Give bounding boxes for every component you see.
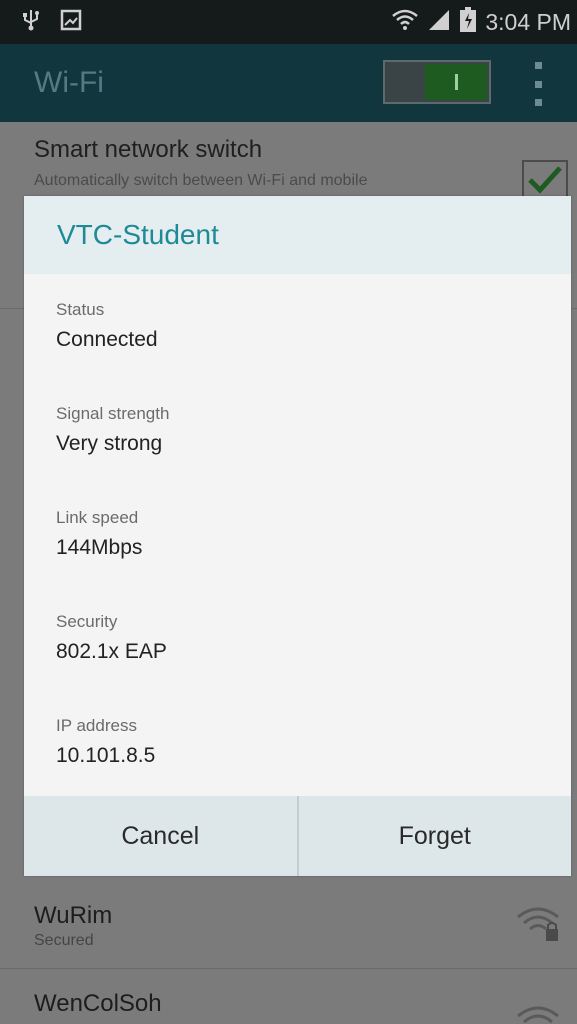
field-value: Very strong bbox=[56, 432, 163, 455]
field-value: 802.1x EAP bbox=[56, 640, 167, 663]
dialog-header: VTC-Student bbox=[24, 196, 571, 274]
check-icon bbox=[528, 166, 562, 194]
divider bbox=[0, 968, 577, 969]
wifi-lock-icon bbox=[516, 905, 562, 947]
field-label: Status bbox=[56, 300, 105, 319]
status-bar: 3:04 PM bbox=[0, 0, 577, 44]
network-details-dialog: VTC-Student Status Connected Signal stre… bbox=[24, 196, 571, 876]
field-label: Link speed bbox=[56, 508, 139, 527]
field-ip-address: IP address 10.101.8.5 bbox=[56, 716, 155, 768]
field-link-speed: Link speed 144Mbps bbox=[56, 508, 142, 560]
dialog-title: VTC-Student bbox=[57, 219, 219, 250]
wifi-toggle[interactable] bbox=[383, 60, 491, 104]
toggle-knob bbox=[425, 64, 487, 100]
field-value: 144Mbps bbox=[56, 536, 143, 559]
network-name[interactable]: WuRim bbox=[34, 902, 112, 930]
smart-switch-subtitle: Automatically switch between Wi-Fi and m… bbox=[34, 172, 368, 189]
field-value: 10.101.8.5 bbox=[56, 744, 156, 767]
dialog-actions: Cancel Forget bbox=[24, 796, 571, 876]
field-signal-strength: Signal strength Very strong bbox=[56, 404, 169, 456]
field-label: Security bbox=[56, 612, 118, 631]
page-title: Wi-Fi bbox=[34, 66, 104, 99]
network-status: Secured bbox=[34, 932, 94, 949]
wifi-icon bbox=[516, 1000, 562, 1024]
forget-button[interactable]: Forget bbox=[296, 796, 572, 876]
screenshot-icon bbox=[60, 9, 82, 35]
field-value: Connected bbox=[56, 328, 158, 351]
more-options-icon[interactable] bbox=[530, 62, 546, 106]
app-bar: Wi-Fi bbox=[0, 44, 577, 122]
battery-icon bbox=[459, 7, 477, 37]
cancel-button[interactable]: Cancel bbox=[24, 796, 297, 876]
network-name[interactable]: WenColSoh bbox=[34, 990, 162, 1018]
smart-switch-checkbox[interactable] bbox=[522, 160, 568, 200]
field-security: Security 802.1x EAP bbox=[56, 612, 167, 664]
smart-switch-title: Smart network switch bbox=[34, 136, 263, 163]
usb-icon bbox=[22, 8, 40, 36]
field-status: Status Connected bbox=[56, 300, 158, 352]
dialog-body: Status Connected Signal strength Very st… bbox=[24, 274, 571, 794]
field-label: Signal strength bbox=[56, 404, 170, 423]
signal-icon bbox=[427, 8, 451, 36]
status-time: 3:04 PM bbox=[485, 8, 571, 35]
field-label: IP address bbox=[56, 716, 137, 735]
wifi-icon bbox=[391, 7, 419, 37]
